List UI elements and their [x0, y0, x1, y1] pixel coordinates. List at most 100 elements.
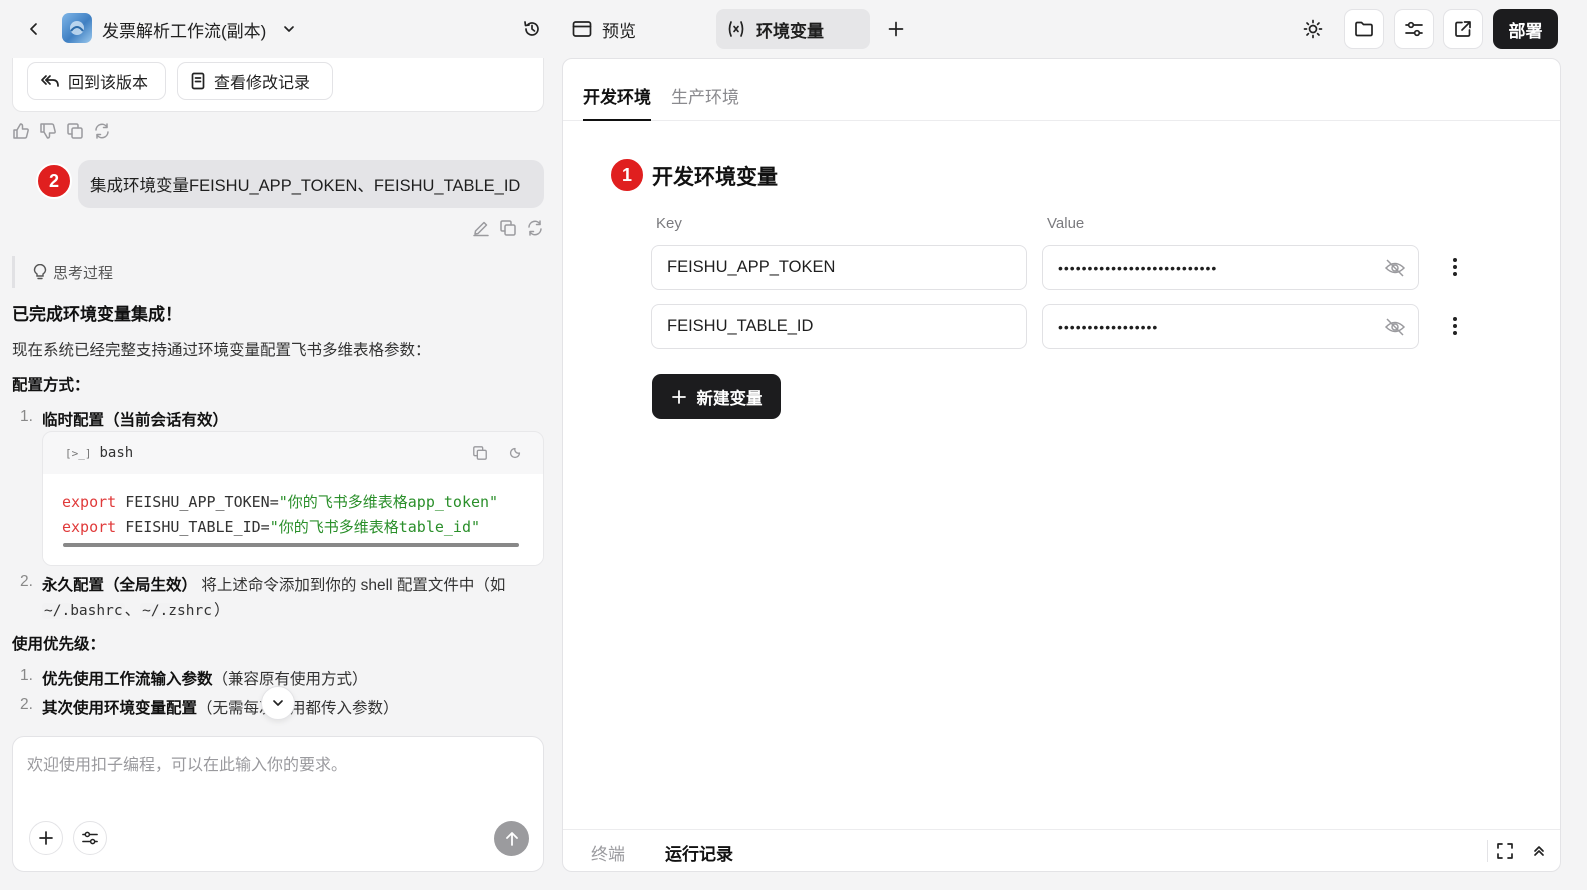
priority-item: 其次使用环境变量配置（无需每次调用都传入参数）: [42, 700, 399, 717]
copy-icon[interactable]: [499, 219, 517, 237]
variable-key-input[interactable]: FEISHU_APP_TOKEN: [651, 245, 1027, 290]
settings-button[interactable]: [1394, 9, 1434, 49]
step-badge-1: 1: [609, 157, 645, 193]
chat-input-card: [12, 736, 544, 872]
chevron-left-icon: [30, 23, 37, 35]
config-item-permanent: 永久配置（全局生效） 将上述命令添加到你的 shell 配置文件中（如: [42, 577, 506, 594]
column-key-label: Key: [656, 215, 682, 232]
revert-version-button[interactable]: 回到该版本: [27, 62, 166, 100]
view-changelog-button[interactable]: 查看修改记录: [177, 62, 333, 100]
wrap-toggle-icon[interactable]: [507, 445, 523, 466]
terminal-icon: [>_]: [65, 446, 92, 460]
chat-input[interactable]: [27, 751, 527, 811]
external-link-icon: [1455, 21, 1471, 37]
plus-icon: [671, 389, 686, 404]
list-number: 2.: [20, 573, 33, 590]
revert-label: 回到该版本: [68, 75, 149, 92]
scroll-to-bottom-button[interactable]: [261, 686, 295, 720]
copy-code-icon[interactable]: [472, 445, 488, 466]
send-button[interactable]: [494, 821, 529, 856]
tab-terminal[interactable]: 终端: [591, 840, 625, 865]
top-bar: 发票解析工作流(副本) 预览 环境变量 部署: [0, 0, 1587, 58]
more-options-icon[interactable]: [1443, 310, 1467, 342]
chevron-down-icon: [273, 700, 283, 706]
variable-value-input[interactable]: •••••••••••••••••••••••••••: [1042, 245, 1419, 290]
plus-icon: [39, 831, 53, 845]
tab-env-label: 环境变量: [756, 21, 824, 41]
edit-icon[interactable]: [472, 219, 490, 237]
browser-icon: [572, 21, 592, 37]
fullscreen-icon[interactable]: [1493, 839, 1517, 863]
divider: [1487, 840, 1488, 862]
code-line: export FEISHU_TABLE_ID="你的飞书多维表格table_id…: [62, 518, 481, 536]
lightbulb-icon: [33, 264, 47, 280]
code-scrollbar[interactable]: [63, 543, 519, 547]
thinking-process-toggle[interactable]: 思考过程: [12, 256, 113, 288]
assistant-message-tools: [12, 122, 111, 140]
tab-preview[interactable]: 预览: [568, 10, 708, 48]
tab-run-history[interactable]: 运行记录: [665, 840, 733, 865]
chevrons-up-icon[interactable]: [1527, 839, 1551, 863]
regenerate-icon[interactable]: [93, 122, 111, 140]
eye-off-icon[interactable]: [1382, 256, 1408, 280]
environment-panel: 开发环境 生产环境 1 开发环境变量 Key Value FEISHU_APP_…: [562, 58, 1561, 872]
config-item-temporary: 临时配置（当前会话有效）: [42, 412, 229, 429]
tab-preview-label: 预览: [602, 21, 636, 41]
priority-item: 优先使用工作流输入参数（兼容原有使用方式）: [42, 671, 368, 688]
new-variable-button[interactable]: 新建变量: [652, 374, 781, 419]
attach-button[interactable]: [29, 821, 63, 855]
new-variable-label: 新建变量: [696, 389, 763, 408]
environment-tabs: 开发环境 生产环境: [563, 59, 1560, 121]
open-external-button[interactable]: [1443, 9, 1483, 49]
code-header: [>_] bash: [43, 432, 543, 474]
variable-key-input[interactable]: FEISHU_TABLE_ID: [651, 304, 1027, 349]
variable-value-input[interactable]: •••••••••••••••••: [1042, 304, 1419, 349]
sun-icon: [1303, 19, 1323, 39]
bottom-panel-bar: 终端 运行记录: [563, 829, 1560, 871]
tab-development[interactable]: 开发环境: [583, 83, 651, 121]
list-number: 1.: [20, 408, 33, 425]
masked-value: •••••••••••••••••: [1058, 318, 1159, 335]
copy-icon[interactable]: [66, 122, 84, 140]
response-intro: 现在系统已经完整支持通过环境变量配置飞书多维表格参数：: [12, 342, 431, 359]
eye-off-icon[interactable]: [1382, 315, 1408, 339]
list-number: 1.: [20, 667, 33, 684]
folder-icon: [1355, 21, 1373, 37]
app-logo: [62, 13, 92, 43]
chat-panel: 回到该版本 查看修改记录 2 集成环境变量FEISHU_APP_TOKEN、FE…: [0, 58, 558, 890]
chevron-down-icon[interactable]: [278, 16, 300, 42]
code-line: export FEISHU_APP_TOKEN="你的飞书多维表格app_tok…: [62, 493, 499, 511]
code-block: [>_] bash export FEISHU_APP_TOKEN="你的飞书多…: [42, 431, 544, 566]
step-badge-2: 2: [36, 163, 72, 199]
masked-value: •••••••••••••••••••••••••••: [1058, 259, 1218, 276]
version-card: 回到该版本 查看修改记录: [12, 58, 544, 112]
app-title[interactable]: 发票解析工作流(副本): [102, 16, 266, 42]
sliders-icon: [1405, 21, 1423, 37]
input-settings-button[interactable]: [73, 821, 107, 855]
thumbs-down-icon[interactable]: [39, 122, 57, 140]
user-message-tools: [472, 219, 544, 237]
config-heading: 配置方式：: [12, 377, 90, 394]
regenerate-icon[interactable]: [526, 219, 544, 237]
reply-all-icon: [41, 75, 59, 87]
history-icon[interactable]: [518, 14, 546, 44]
tab-environment-variables[interactable]: 环境变量: [716, 9, 870, 49]
document-icon: [191, 72, 205, 90]
response-heading: 已完成环境变量集成！: [12, 305, 182, 324]
changelog-label: 查看修改记录: [214, 75, 311, 92]
tab-production[interactable]: 生产环境: [671, 83, 739, 121]
arrow-up-icon: [505, 831, 518, 846]
deploy-button[interactable]: 部署: [1493, 9, 1558, 49]
code-content: export FEISHU_APP_TOKEN="你的飞书多维表格app_tok…: [43, 474, 543, 565]
config-item-permanent-paths: ~/.bashrc、 ~/.zshrc）: [42, 602, 230, 619]
add-tab-button[interactable]: [882, 14, 910, 44]
thumbs-up-icon[interactable]: [12, 122, 30, 140]
code-language: bash: [99, 445, 134, 461]
thinking-label: 思考过程: [53, 264, 114, 282]
theme-toggle[interactable]: [1296, 12, 1330, 46]
plus-icon: [888, 21, 904, 37]
more-options-icon[interactable]: [1443, 251, 1467, 283]
back-button[interactable]: [20, 14, 48, 44]
sliders-icon: [82, 831, 98, 845]
files-button[interactable]: [1344, 9, 1384, 49]
